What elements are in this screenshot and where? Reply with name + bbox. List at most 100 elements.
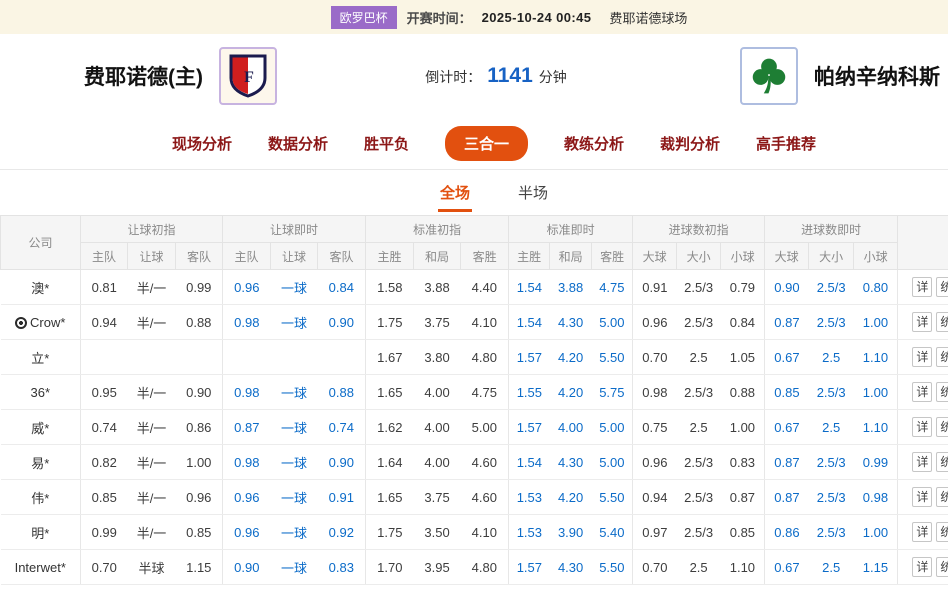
- stats-button[interactable]: 统: [936, 277, 948, 297]
- odds-cell: 1.57: [509, 410, 550, 445]
- odds-cell: 0.96: [633, 445, 677, 480]
- odds-cell: 0.90: [318, 445, 366, 480]
- nav-tab-coach-analysis[interactable]: 教练分析: [564, 133, 624, 154]
- odds-cell: 1.65: [366, 480, 414, 515]
- subtab-full-match[interactable]: 全场: [438, 173, 472, 212]
- odds-cell: 1.58: [366, 270, 414, 305]
- company-cell[interactable]: 明*: [1, 515, 81, 550]
- odds-cell: 0.91: [318, 480, 366, 515]
- nav-tab-expert-picks[interactable]: 高手推荐: [756, 133, 816, 154]
- table-row: Crow*0.94半/一0.880.98一球0.901.753.754.101.…: [1, 305, 948, 340]
- detail-button[interactable]: 详: [912, 277, 932, 297]
- company-cell[interactable]: 伟*: [1, 480, 81, 515]
- odds-cell: 1.10: [721, 550, 765, 585]
- group-header-handicap_initial: 让球初指: [81, 216, 223, 243]
- nav-tab-win-draw-lose[interactable]: 胜平负: [364, 133, 409, 154]
- stats-button[interactable]: 统: [936, 382, 948, 402]
- odds-cell: 4.60: [461, 445, 509, 480]
- odds-cell: [176, 340, 223, 375]
- odds-cell: 2.5/3: [809, 305, 854, 340]
- countdown-label: 倒计时：: [425, 67, 481, 87]
- odds-cell: 2.5: [677, 550, 721, 585]
- nav-tab-three-in-one[interactable]: 三合一: [445, 126, 528, 161]
- odds-cell: 1.00: [854, 305, 898, 340]
- odds-cell: 3.88: [414, 270, 461, 305]
- detail-button[interactable]: 详: [912, 522, 932, 542]
- odds-cell: 4.20: [550, 340, 592, 375]
- odds-cell: 2.5/3: [677, 445, 721, 480]
- company-cell[interactable]: 立*: [1, 340, 81, 375]
- odds-cell: 半/一: [128, 480, 176, 515]
- detail-button[interactable]: 详: [912, 452, 932, 472]
- detail-button[interactable]: 详: [912, 487, 932, 507]
- odds-cell: 0.88: [318, 375, 366, 410]
- stats-button[interactable]: 统: [936, 312, 948, 332]
- odds-cell: 0.96: [176, 480, 223, 515]
- table-row: 澳*0.81半/一0.990.96一球0.841.583.884.401.543…: [1, 270, 948, 305]
- odds-cell: 0.98: [223, 375, 271, 410]
- stats-button[interactable]: 统: [936, 487, 948, 507]
- odds-cell: 1.75: [366, 515, 414, 550]
- company-cell[interactable]: 威*: [1, 410, 81, 445]
- odds-cell: 0.84: [318, 270, 366, 305]
- odds-cell: 5.00: [592, 305, 633, 340]
- odds-cell: 0.70: [633, 340, 677, 375]
- odds-cell: 0.85: [765, 375, 809, 410]
- stats-button[interactable]: 统: [936, 557, 948, 577]
- odds-cell: 1.00: [176, 445, 223, 480]
- odds-cell: [81, 340, 128, 375]
- odds-cell: 4.00: [414, 410, 461, 445]
- table-row: 36*0.95半/一0.900.98一球0.881.654.004.751.55…: [1, 375, 948, 410]
- odds-cell: 一球: [271, 410, 318, 445]
- company-cell[interactable]: 易*: [1, 445, 81, 480]
- company-cell[interactable]: 36*: [1, 375, 81, 410]
- sub-column-header: 主胜: [509, 243, 550, 270]
- actions-cell: 详统: [898, 375, 948, 410]
- odds-cell: 4.00: [414, 445, 461, 480]
- odds-cell: 0.87: [765, 480, 809, 515]
- odds-cell: 1.00: [854, 375, 898, 410]
- odds-cell: 一球: [271, 550, 318, 585]
- odds-cell: 0.85: [721, 515, 765, 550]
- nav-tab-live-analysis[interactable]: 现场分析: [172, 133, 232, 154]
- stats-button[interactable]: 统: [936, 452, 948, 472]
- odds-cell: 0.87: [765, 445, 809, 480]
- odds-cell: 0.90: [176, 375, 223, 410]
- detail-button[interactable]: 详: [912, 312, 932, 332]
- odds-cell: 0.90: [765, 270, 809, 305]
- company-cell[interactable]: Interwet*: [1, 550, 81, 585]
- odds-cell: 半/一: [128, 305, 176, 340]
- stats-button[interactable]: 统: [936, 347, 948, 367]
- nav-tab-referee-analysis[interactable]: 裁判分析: [660, 133, 720, 154]
- subtab-half-match[interactable]: 半场: [516, 173, 550, 212]
- odds-cell: 5.50: [592, 550, 633, 585]
- odds-cell: 0.90: [318, 305, 366, 340]
- sub-column-header: 大小: [809, 243, 854, 270]
- odds-cell: 3.95: [414, 550, 461, 585]
- company-cell[interactable]: Crow*: [1, 305, 81, 340]
- odds-cell: 一球: [271, 270, 318, 305]
- odds-cell: 0.96: [223, 480, 271, 515]
- odds-cell: 5.00: [592, 410, 633, 445]
- odds-cell: 0.85: [176, 515, 223, 550]
- stats-button[interactable]: 统: [936, 522, 948, 542]
- page: 欧罗巴杯 开赛时间： 2025-10-24 00:45 费耶诺德球场 费耶诺德(…: [0, 0, 948, 590]
- detail-button[interactable]: 详: [912, 417, 932, 437]
- actions-cell: 详统: [898, 445, 948, 480]
- odds-cell: 0.98: [854, 480, 898, 515]
- odds-cell: 2.5/3: [809, 515, 854, 550]
- detail-button[interactable]: 详: [912, 557, 932, 577]
- actions-cell: 详统: [898, 340, 948, 375]
- odds-cell: 0.90: [223, 550, 271, 585]
- odds-cell: 0.96: [223, 270, 271, 305]
- company-cell[interactable]: 澳*: [1, 270, 81, 305]
- nav-tab-data-analysis[interactable]: 数据分析: [268, 133, 328, 154]
- detail-button[interactable]: 详: [912, 347, 932, 367]
- odds-cell: 0.86: [765, 515, 809, 550]
- odds-cell: 1.00: [721, 410, 765, 445]
- odds-cell: 0.83: [721, 445, 765, 480]
- odds-cell: 0.91: [633, 270, 677, 305]
- stats-button[interactable]: 统: [936, 417, 948, 437]
- detail-button[interactable]: 详: [912, 382, 932, 402]
- odds-cell: 0.96: [223, 515, 271, 550]
